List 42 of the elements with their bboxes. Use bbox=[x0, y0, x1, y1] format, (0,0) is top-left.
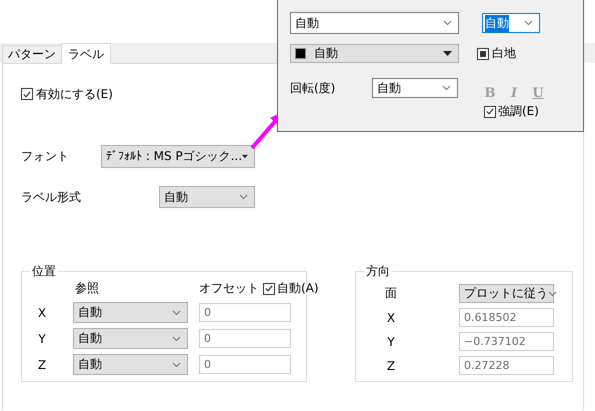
rotation-label: 回転(度) bbox=[290, 80, 336, 97]
chevron-down-icon bbox=[524, 20, 533, 26]
checkbox-label: 自動(A) bbox=[277, 280, 319, 297]
dropdown-arrow-icon bbox=[443, 51, 452, 56]
color-dropdown[interactable]: 自動 bbox=[290, 44, 459, 63]
tab[interactable]: ラベル bbox=[61, 43, 111, 64]
color-swatch bbox=[295, 48, 306, 59]
group-title: 位置 bbox=[30, 264, 58, 278]
font-dropdown[interactable]: 自動 bbox=[290, 12, 459, 34]
group-title: 方向 bbox=[364, 264, 392, 278]
axis-label: X bbox=[36, 306, 48, 320]
checkbox[interactable] bbox=[484, 106, 496, 118]
axis-label: Y bbox=[386, 334, 396, 348]
column-header: 参照 bbox=[74, 280, 100, 297]
tab[interactable]: パターン bbox=[2, 45, 62, 63]
checkbox[interactable] bbox=[263, 282, 275, 294]
label-format-dropdown[interactable]: 自動 bbox=[159, 186, 255, 208]
chevron-down-icon bbox=[172, 362, 181, 368]
plane-label: 面 bbox=[384, 285, 398, 302]
checkbox[interactable] bbox=[21, 88, 33, 100]
column-header: オフセット bbox=[199, 280, 259, 297]
dropdown-arrow-icon bbox=[242, 154, 248, 159]
rotation-dropdown[interactable]: 自動 bbox=[372, 78, 458, 98]
checkbox-label: 有効にする(E) bbox=[36, 86, 113, 102]
chevron-down-icon bbox=[442, 85, 451, 91]
font-dropdown[interactable]: ﾃﾞﾌｫﾙﾄ : MS Pゴシック... bbox=[101, 145, 255, 168]
label-format-label: ラベル形式 bbox=[21, 188, 82, 206]
axis-label: X bbox=[386, 310, 396, 324]
checkbox[interactable] bbox=[477, 48, 489, 60]
checkbox-label: 強調(E) bbox=[498, 103, 539, 120]
axis-label: Z bbox=[36, 358, 48, 372]
chevron-down-icon bbox=[548, 290, 557, 296]
size-dropdown[interactable]: 自動 bbox=[482, 13, 540, 33]
axis-label: Z bbox=[386, 358, 396, 372]
chevron-down-icon bbox=[172, 336, 181, 342]
chevron-down-icon bbox=[239, 194, 248, 200]
chevron-down-icon bbox=[443, 20, 452, 26]
chevron-down-icon bbox=[172, 310, 181, 316]
plane-dropdown[interactable]: プロットに従う bbox=[459, 284, 554, 303]
checkbox-label: 白地 bbox=[492, 45, 516, 62]
axis-label: Y bbox=[37, 332, 47, 346]
font-label: フォント bbox=[21, 148, 70, 165]
